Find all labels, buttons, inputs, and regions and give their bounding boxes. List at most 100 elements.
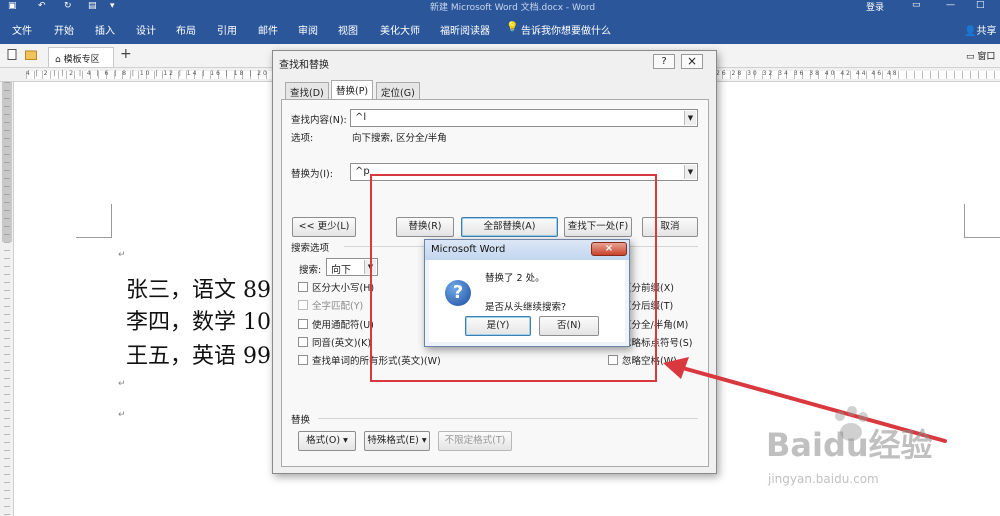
all-word-forms-checkbox[interactable] — [298, 355, 308, 365]
whole-word-label: 全字匹配(Y) — [312, 301, 364, 312]
search-direction-label: 搜索: — [299, 265, 322, 276]
redo-icon[interactable]: ↻ — [64, 1, 72, 11]
new-tab-icon[interactable]: + — [120, 46, 132, 62]
folder-icon[interactable] — [25, 49, 37, 60]
replace-section-title: 替换 — [291, 415, 311, 426]
tab-file[interactable]: 文件 — [12, 22, 32, 37]
close-button[interactable]: × — [681, 54, 703, 69]
replace-button[interactable]: 替换(R) — [396, 217, 454, 237]
ruler-numbers-left: 4 | 2 | | 2 | 4 | 6 | 8 | 10 | 12 | 14 |… — [26, 70, 293, 77]
help-button[interactable]: ? — [653, 54, 675, 69]
chevron-down-icon[interactable]: ▼ — [364, 260, 376, 274]
customize-toolbar-icon[interactable]: ▾ — [110, 1, 115, 11]
close-icon[interactable]: × — [591, 242, 627, 256]
find-what-label: 查找内容(N): — [291, 115, 347, 126]
replace-with-value: ^p — [355, 166, 370, 177]
tell-me-search[interactable]: 告诉我你想要做什么 — [521, 22, 611, 37]
tab-design[interactable]: 设计 — [136, 22, 156, 37]
ignore-punctuation-label: 忽略标点符号(S) — [622, 338, 693, 349]
person-icon: 👤 — [964, 26, 977, 37]
title-bar: ▣ ↶ ↻ ▤ ▾ 新建 Microsoft Word 文档.docx - Wo… — [0, 0, 1000, 14]
tab-mailings[interactable]: 邮件 — [258, 22, 278, 37]
find-next-button[interactable]: 查找下一处(F) — [564, 217, 632, 237]
find-what-input[interactable]: ^l ▼ — [350, 109, 698, 127]
chevron-down-icon[interactable]: ▼ — [684, 165, 696, 179]
tab-references[interactable]: 引用 — [217, 22, 237, 37]
tab-view[interactable]: 视图 — [338, 22, 358, 37]
tab-review[interactable]: 审阅 — [298, 22, 318, 37]
save-icon[interactable]: ▣ — [8, 1, 17, 11]
tab-layout[interactable]: 布局 — [176, 22, 196, 37]
lightbulb-icon: 💡 — [506, 22, 519, 33]
sounds-like-label: 同音(英文)(K) — [312, 338, 372, 349]
undo-icon[interactable]: ↶ — [38, 1, 46, 11]
window-title: 新建 Microsoft Word 文档.docx - Word — [430, 3, 596, 13]
tab-beautify-master[interactable]: 美化大师 — [380, 22, 420, 37]
tab-insert[interactable]: 插入 — [95, 22, 115, 37]
find-what-value: ^l — [355, 112, 367, 123]
tab-home[interactable]: 开始 — [54, 22, 74, 37]
ruler-numbers-right: 26 28 30 32 34 36 38 40 42 44 46 48 — [716, 70, 899, 77]
search-options-title: 搜索选项 — [291, 243, 330, 254]
vertical-ruler[interactable] — [0, 82, 14, 516]
special-format-button[interactable]: 特殊格式(E) ▾ — [364, 431, 430, 451]
ruler-ticks — [4, 82, 10, 516]
print-preview-icon[interactable]: ▤ — [88, 1, 97, 11]
sounds-like-checkbox[interactable] — [298, 337, 308, 347]
tab-goto[interactable]: 定位(G) — [376, 82, 420, 99]
minimize-icon[interactable]: — — [946, 0, 955, 10]
less-button[interactable]: << 更少(L) — [292, 217, 356, 237]
tab-template-zone[interactable]: ⌂ 模板专区 — [48, 47, 114, 67]
tab-find[interactable]: 查找(D) — [285, 82, 329, 99]
new-document-icon[interactable] — [6, 49, 18, 60]
question-icon: ? — [445, 280, 471, 306]
divider — [318, 418, 698, 419]
wildcards-checkbox[interactable] — [298, 319, 308, 329]
watermark-text: Baidu经验 — [766, 426, 933, 464]
ignore-space-checkbox[interactable] — [608, 355, 618, 365]
baidu-watermark: Baidu经验 jingyan.baidu.com — [760, 406, 990, 510]
chevron-down-icon[interactable]: ▼ — [684, 111, 696, 125]
word-message-box: Microsoft Word × ? 替换了 2 处。 是否从头继续搜索? 是(… — [424, 239, 630, 347]
all-word-forms-label: 查找单词的所有形式(英文)(W) — [312, 356, 441, 367]
home-icon: ⌂ — [55, 55, 61, 65]
paragraph-mark: ↵ — [118, 410, 126, 420]
whole-word-checkbox[interactable] — [298, 300, 308, 310]
replace-with-label: 替换为(I): — [291, 169, 333, 180]
message-body: ? 替换了 2 处。 是否从头继续搜索? 是(Y) 否(N) — [429, 260, 625, 342]
search-direction-select[interactable]: 向下 ▼ — [326, 258, 378, 276]
replace-all-button[interactable]: 全部替换(A) — [461, 217, 558, 237]
options-value: 向下搜索, 区分全/半角 — [352, 133, 447, 144]
document-line[interactable]: 张三，语文 89 — [126, 272, 271, 304]
options-label: 选项: — [291, 133, 314, 144]
ribbon-tabs: 文件 开始 插入 设计 布局 引用 邮件 审阅 视图 美化大师 福昕阅读器 💡 … — [0, 14, 1000, 44]
wildcards-label: 使用通配符(U) — [312, 320, 374, 331]
message-title: Microsoft Word — [431, 244, 506, 255]
search-direction-value: 向下 — [331, 265, 351, 276]
format-button[interactable]: 格式(O) ▾ — [298, 431, 356, 451]
login-link[interactable]: 登录 — [866, 0, 884, 13]
cancel-button[interactable]: 取消 — [642, 217, 698, 237]
watermark-url: jingyan.baidu.com — [768, 472, 879, 486]
match-case-label: 区分大小写(H) — [312, 283, 375, 294]
document-line[interactable]: 李四，数学 100 — [126, 304, 285, 336]
match-case-checkbox[interactable] — [298, 282, 308, 292]
document-line[interactable]: 王五，英语 99 — [126, 338, 271, 370]
window-menu[interactable]: ▭ 窗口 — [966, 49, 995, 62]
ribbon-display-icon[interactable]: ▭ — [912, 0, 921, 10]
window-icon: ▭ — [966, 52, 975, 62]
paragraph-mark: ↵ — [118, 379, 126, 389]
no-formatting-button[interactable]: 不限定格式(T) — [438, 431, 512, 451]
replace-with-input[interactable]: ^p ▼ — [350, 163, 698, 181]
crop-mark — [76, 204, 112, 238]
maximize-icon[interactable]: □ — [976, 0, 985, 10]
share-button[interactable]: 👤共享 — [964, 22, 996, 37]
tab-foxit-reader[interactable]: 福昕阅读器 — [440, 22, 490, 37]
message-result: 替换了 2 处。 — [485, 273, 545, 284]
match-width-label: 区分全/半角(M) — [622, 320, 689, 331]
dialog-title: 查找和替换 — [279, 60, 329, 71]
tab-replace[interactable]: 替换(P) — [331, 80, 374, 100]
no-button[interactable]: 否(N) — [539, 316, 599, 336]
message-question: 是否从头继续搜索? — [485, 302, 567, 313]
yes-button[interactable]: 是(Y) — [465, 316, 531, 336]
